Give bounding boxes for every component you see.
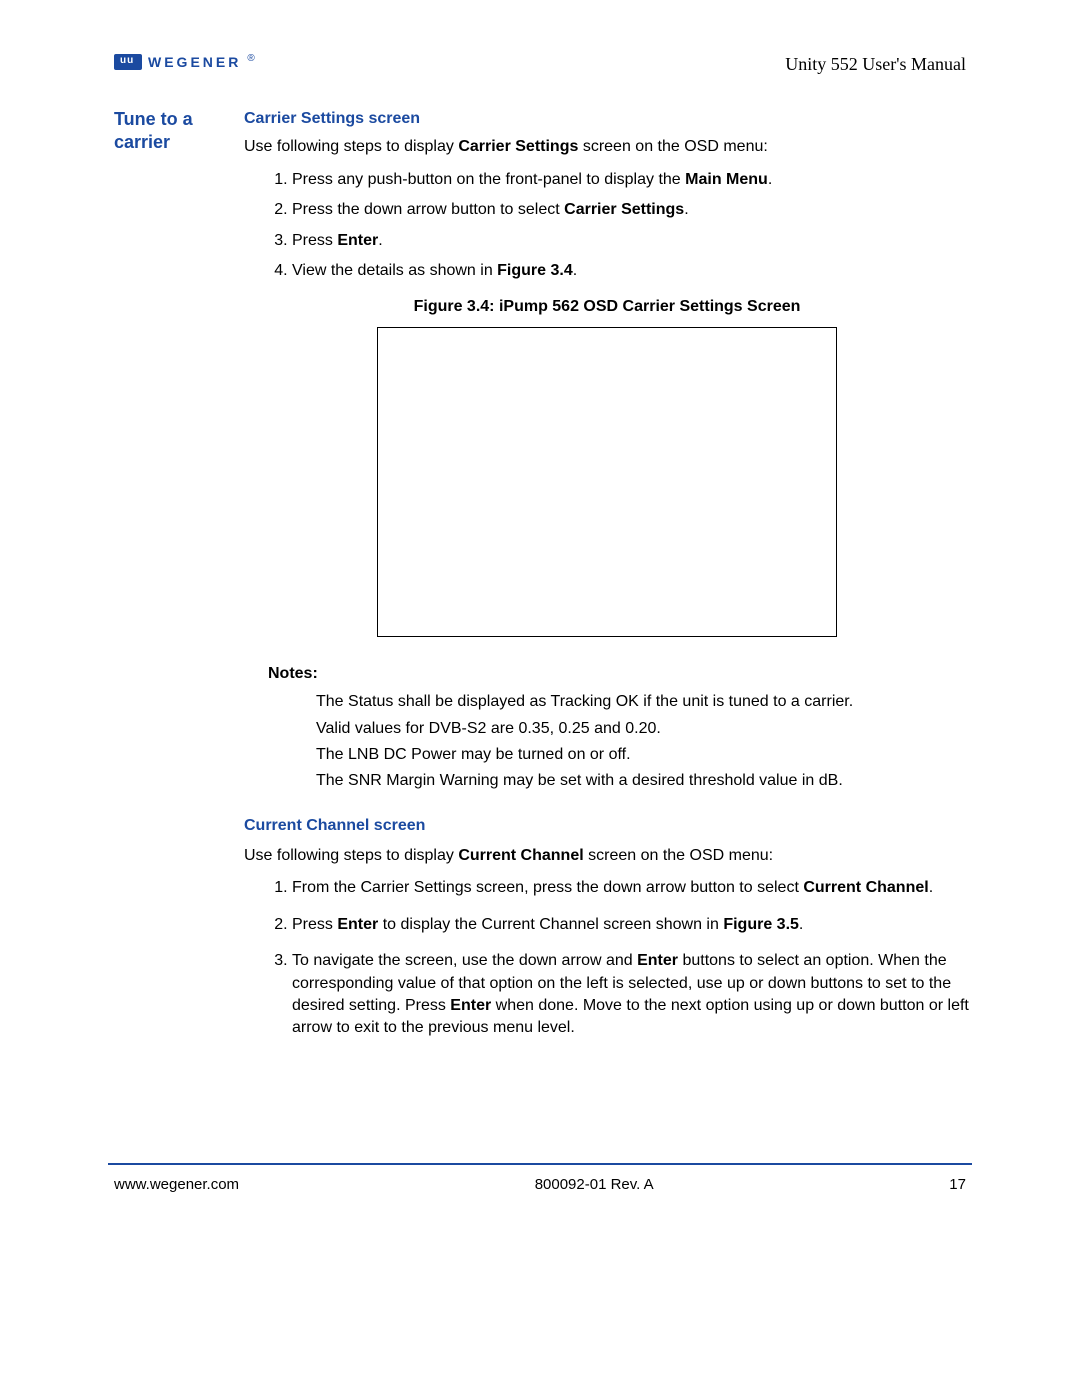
step-item: Press Enter to display the Current Chann… — [292, 914, 970, 936]
text-bold: Enter — [337, 232, 378, 249]
note-line: The Status shall be displayed as Trackin… — [316, 691, 970, 713]
section-heading-current-channel: Current Channel screen — [244, 815, 970, 837]
text-bold: Carrier Settings — [564, 201, 684, 218]
page: WEGENER ® Unity 552 User's Manual Tune t… — [0, 0, 1080, 1397]
text-bold: Main Menu — [685, 171, 768, 188]
main-content: Carrier Settings screen Use following st… — [244, 108, 970, 1054]
text-run: Press — [292, 232, 337, 249]
registered-mark-icon: ® — [247, 53, 254, 64]
text-run: From the Carrier Settings screen, press … — [292, 879, 803, 896]
page-header: WEGENER ® Unity 552 User's Manual — [114, 54, 966, 84]
intro-paragraph: Use following steps to display Carrier S… — [244, 136, 970, 158]
steps-list-2: From the Carrier Settings screen, press … — [244, 877, 970, 1039]
text-run: Press any push-button on the front-panel… — [292, 171, 685, 188]
text-run: Use following steps to display — [244, 847, 458, 864]
brand-logo: WEGENER ® — [114, 54, 255, 70]
text-run: Press the down arrow button to select — [292, 201, 564, 218]
margin-heading: Tune to a carrier — [114, 108, 242, 1054]
step-item: View the details as shown in Figure 3.4. — [292, 260, 970, 282]
text-run: Use following steps to display — [244, 138, 458, 155]
note-line: The LNB DC Power may be turned on or off… — [316, 744, 970, 766]
figure-caption: Figure 3.4: iPump 562 OSD Carrier Settin… — [244, 296, 970, 318]
text-run: . — [378, 232, 382, 249]
step-item: To navigate the screen, use the down arr… — [292, 950, 970, 1040]
text-bold: Figure 3.5 — [723, 916, 799, 933]
text-run: screen on the OSD menu: — [584, 847, 773, 864]
text-bold: Carrier Settings — [458, 138, 578, 155]
steps-list: Press any push-button on the front-panel… — [244, 169, 970, 283]
intro-paragraph-2: Use following steps to display Current C… — [244, 845, 970, 867]
notes-body: The Status shall be displayed as Trackin… — [316, 691, 970, 793]
brand-badge-icon — [114, 54, 142, 70]
text-run: . — [573, 262, 577, 279]
step-item: Press any push-button on the front-panel… — [292, 169, 970, 191]
footer-page-number: 17 — [949, 1176, 966, 1193]
text-bold: Enter — [450, 997, 491, 1014]
brand-text: WEGENER — [148, 54, 241, 70]
text-run: To navigate the screen, use the down arr… — [292, 952, 637, 969]
text-run: screen on the OSD menu: — [578, 138, 767, 155]
step-item: Press the down arrow button to select Ca… — [292, 199, 970, 221]
page-body: Tune to a carrier Carrier Settings scree… — [114, 108, 970, 1054]
text-bold: Enter — [337, 916, 378, 933]
section-heading-carrier-settings: Carrier Settings screen — [244, 108, 970, 130]
step-item: From the Carrier Settings screen, press … — [292, 877, 970, 899]
step-item: Press Enter. — [292, 230, 970, 252]
text-run: to display the Current Channel screen sh… — [378, 916, 723, 933]
text-run: Press — [292, 916, 337, 933]
notes-label: Notes: — [268, 663, 970, 685]
text-run: . — [929, 879, 933, 896]
document-title: Unity 552 User's Manual — [785, 54, 966, 75]
text-run: . — [684, 201, 688, 218]
footer-rule — [108, 1163, 972, 1165]
text-run: . — [768, 171, 772, 188]
text-bold: Current Channel — [803, 879, 928, 896]
note-line: Valid values for DVB-S2 are 0.35, 0.25 a… — [316, 718, 970, 740]
text-bold: Current Channel — [458, 847, 583, 864]
text-run: View the details as shown in — [292, 262, 497, 279]
footer-docnum: 800092-01 Rev. A — [535, 1176, 654, 1193]
footer-url: www.wegener.com — [114, 1176, 239, 1193]
text-run: . — [799, 916, 803, 933]
note-line: The SNR Margin Warning may be set with a… — [316, 770, 970, 792]
page-footer: www.wegener.com 800092-01 Rev. A 17 — [114, 1176, 966, 1193]
text-bold: Figure 3.4 — [497, 262, 573, 279]
figure-box — [377, 327, 837, 637]
text-bold: Enter — [637, 952, 678, 969]
